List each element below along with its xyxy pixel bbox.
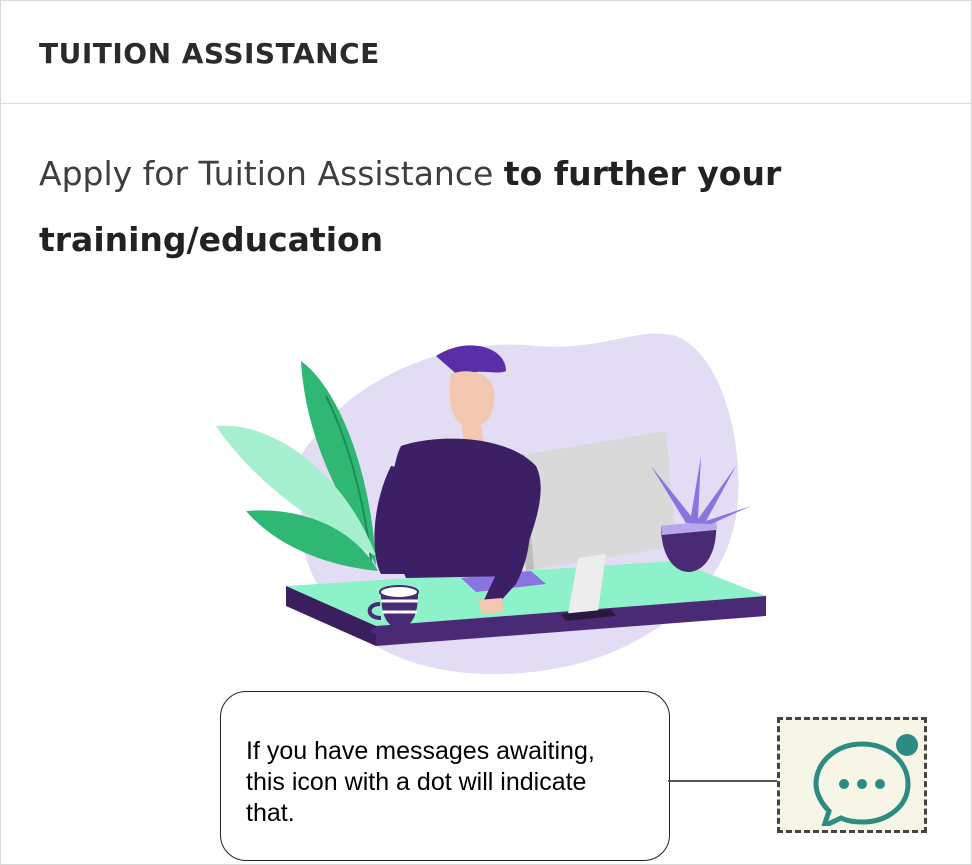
callout-connector-line [668, 780, 778, 782]
chat-bubble-icon[interactable] [804, 730, 924, 826]
callout-text: If you have messages awaiting, this icon… [246, 737, 595, 827]
tuition-assistance-card[interactable]: TUITION ASSISTANCE Apply for Tuition Ass… [0, 0, 972, 865]
card-tagline: Apply for Tuition Assistance to further … [39, 141, 859, 273]
person-at-desk-illustration [216, 333, 766, 675]
chat-indicator-highlight[interactable] [777, 717, 927, 833]
tagline-regular: Apply for Tuition Assistance [39, 154, 504, 193]
card-title: TUITION ASSISTANCE [39, 37, 380, 70]
unread-dot-icon [896, 734, 918, 756]
card-header: TUITION ASSISTANCE [1, 1, 971, 104]
